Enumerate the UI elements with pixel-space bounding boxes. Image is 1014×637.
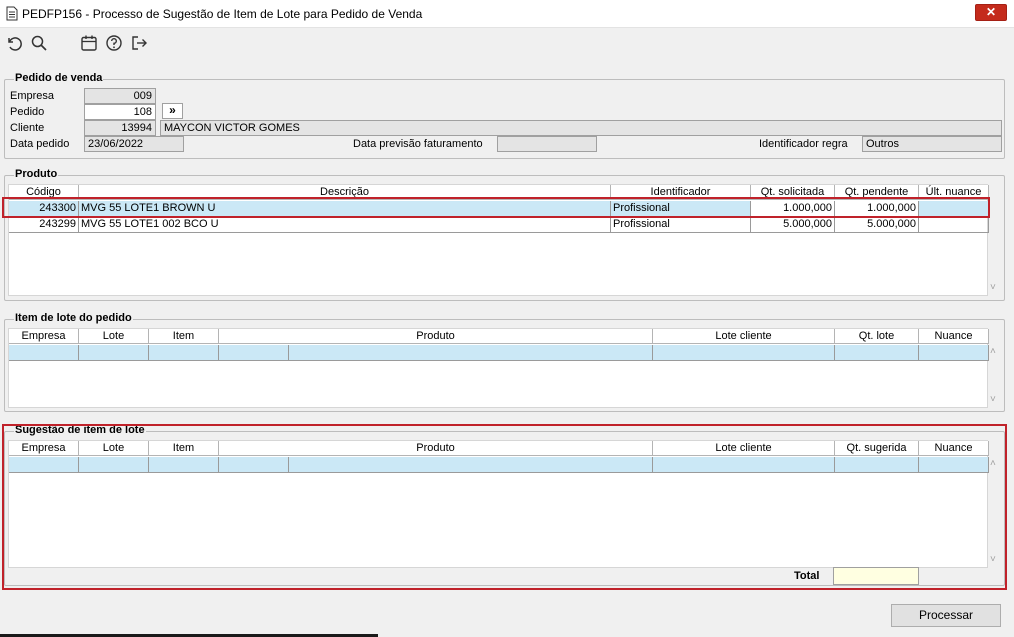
table-row-cell[interactable] xyxy=(9,345,79,361)
col-header-item[interactable]: Item xyxy=(149,329,219,344)
data-pedido-field: 23/06/2022 xyxy=(84,136,184,152)
table-row-cell-codigo[interactable]: 243299 xyxy=(9,217,79,233)
table-row-cell[interactable] xyxy=(149,345,219,361)
empresa-label: Empresa xyxy=(10,90,55,102)
col-header-lote-cliente[interactable]: Lote cliente xyxy=(653,329,835,344)
highlight-box-row xyxy=(2,197,990,218)
table-row-cell[interactable] xyxy=(289,345,653,361)
col-header-qt-lote[interactable]: Qt. lote xyxy=(835,329,919,344)
table-row-cell[interactable] xyxy=(219,345,289,361)
table-row-cell[interactable] xyxy=(79,345,149,361)
pedido-field[interactable]: 108 xyxy=(84,104,156,120)
col-header-nuance[interactable]: Nuance xyxy=(919,329,989,344)
col-header-empresa[interactable]: Empresa xyxy=(9,329,79,344)
col-header-lote[interactable]: Lote xyxy=(79,329,149,344)
table-row-cell[interactable] xyxy=(835,345,919,361)
undo-icon[interactable] xyxy=(4,33,24,53)
table-row-cell-ult-nuance[interactable] xyxy=(919,217,989,233)
processar-button[interactable]: Processar xyxy=(891,604,1001,627)
table-row-cell-qt-pendente[interactable]: 5.000,000 xyxy=(835,217,919,233)
table-row-cell-descricao[interactable]: MVG 55 LOTE1 002 BCO U xyxy=(79,217,611,233)
cliente-code-field[interactable]: 13994 xyxy=(84,120,156,136)
close-button[interactable]: ✕ xyxy=(975,4,1007,21)
cliente-name-field: MAYCON VICTOR GOMES xyxy=(160,120,1002,136)
title-bar: PEDFP156 - Processo de Sugestão de Item … xyxy=(0,0,1014,28)
col-header-produto[interactable]: Produto xyxy=(219,329,653,344)
item-lote-title: Item de lote do pedido xyxy=(14,312,133,324)
scroll-up-icon[interactable]: ˄ xyxy=(990,346,996,357)
data-pedido-label: Data pedido xyxy=(10,138,70,150)
window-title: PEDFP156 - Processo de Sugestão de Item … xyxy=(22,7,423,21)
search-icon[interactable] xyxy=(29,33,49,53)
identificador-regra-label: Identificador regra xyxy=(759,138,848,150)
identificador-regra-field: Outros xyxy=(862,136,1002,152)
produto-title: Produto xyxy=(14,168,59,180)
data-previsao-field xyxy=(497,136,597,152)
item-lote-grid: Empresa Lote Item Produto Lote cliente Q… xyxy=(8,328,989,408)
cliente-label: Cliente xyxy=(10,122,45,134)
table-row-cell[interactable] xyxy=(919,345,989,361)
empresa-field[interactable]: 009 xyxy=(84,88,156,104)
calendar-icon[interactable] xyxy=(79,33,99,53)
scroll-down-icon[interactable]: ˅ xyxy=(990,282,996,293)
pedido-venda-title: Pedido de venda xyxy=(14,72,104,84)
help-icon[interactable] xyxy=(104,33,124,53)
scroll-down-icon[interactable]: ˅ xyxy=(990,394,996,405)
table-row-cell-qt-solicitada[interactable]: 5.000,000 xyxy=(751,217,835,233)
expand-button[interactable]: » xyxy=(162,103,183,119)
data-previsao-label: Data previsão faturamento xyxy=(353,138,483,150)
table-row-cell[interactable] xyxy=(653,345,835,361)
exit-icon[interactable] xyxy=(129,33,149,53)
pedido-label: Pedido xyxy=(10,106,45,118)
document-icon xyxy=(6,6,18,21)
highlight-box-sugestao xyxy=(2,424,1007,590)
table-row-cell-identificador[interactable]: Profissional xyxy=(611,217,751,233)
